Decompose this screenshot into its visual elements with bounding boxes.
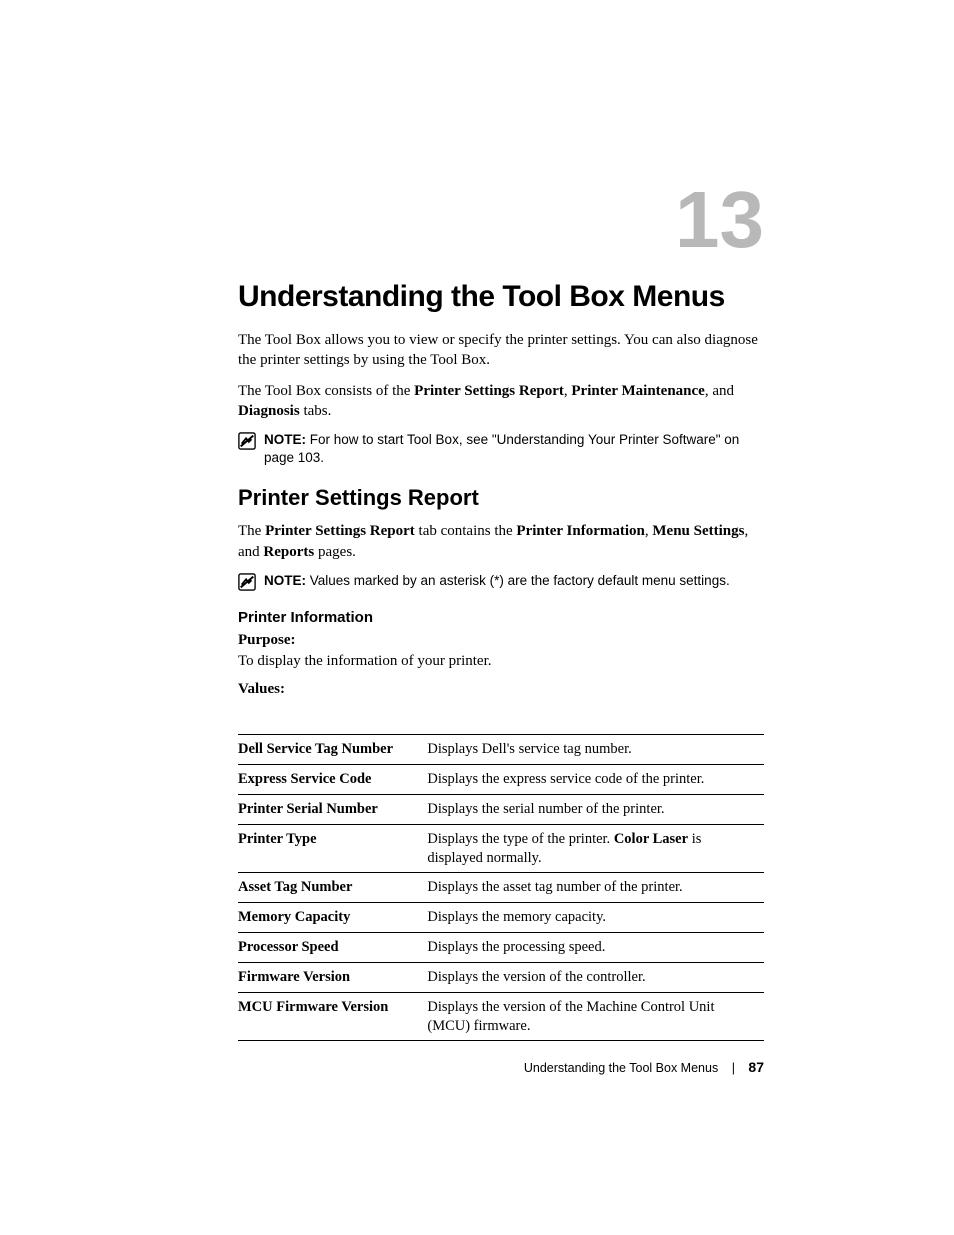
table-value: Displays the asset tag number of the pri… <box>427 873 764 903</box>
text: tabs. <box>300 403 332 419</box>
text: The Tool Box consists of the <box>238 383 414 399</box>
table-row: Dell Service Tag NumberDisplays Dell's s… <box>238 735 764 765</box>
bold-text: Printer Settings Report <box>265 523 415 539</box>
subsection-heading: Printer Information <box>238 609 764 626</box>
values-table: Dell Service Tag NumberDisplays Dell's s… <box>238 734 764 1041</box>
intro-paragraph-1: The Tool Box allows you to view or speci… <box>238 330 764 371</box>
table-key: Firmware Version <box>238 962 427 992</box>
note-lead: NOTE: <box>264 573 306 588</box>
table-value: Displays the express service code of the… <box>427 765 764 795</box>
note-body: For how to start Tool Box, see "Understa… <box>264 432 739 465</box>
bold-text: Menu Settings <box>652 523 744 539</box>
bold-text: Diagnosis <box>238 403 300 419</box>
section-paragraph: The Printer Settings Report tab contains… <box>238 521 764 562</box>
note-block: NOTE: For how to start Tool Box, see "Un… <box>238 431 764 467</box>
table-row: Express Service CodeDisplays the express… <box>238 765 764 795</box>
purpose-label: Purpose: <box>238 632 764 649</box>
purpose-text: To display the information of your print… <box>238 651 764 671</box>
note-icon <box>238 432 256 450</box>
chapter-number: 13 <box>238 180 764 260</box>
table-row: Firmware VersionDisplays the version of … <box>238 962 764 992</box>
table-key: Printer Type <box>238 824 427 873</box>
table-row: Printer Serial NumberDisplays the serial… <box>238 794 764 824</box>
chapter-title: Understanding the Tool Box Menus <box>238 280 764 314</box>
table-row: Processor SpeedDisplays the processing s… <box>238 933 764 963</box>
text: The <box>238 523 265 539</box>
table-row: Memory CapacityDisplays the memory capac… <box>238 903 764 933</box>
note-body: Values marked by an asterisk (*) are the… <box>306 573 730 588</box>
note-icon <box>238 573 256 591</box>
table-key: Memory Capacity <box>238 903 427 933</box>
section-heading: Printer Settings Report <box>238 485 764 511</box>
bold-text: Printer Information <box>516 523 644 539</box>
table-value: Displays the version of the controller. <box>427 962 764 992</box>
note-lead: NOTE: <box>264 432 306 447</box>
note-block: NOTE: Values marked by an asterisk (*) a… <box>238 572 764 591</box>
bold-text: Printer Maintenance <box>571 383 704 399</box>
bold-text: Printer Settings Report <box>414 383 564 399</box>
page-footer: Understanding the Tool Box Menus | 87 <box>238 1059 764 1075</box>
table-value: Displays the serial number of the printe… <box>427 794 764 824</box>
table-value: Displays the type of the printer. Color … <box>427 824 764 873</box>
footer-separator: | <box>732 1061 735 1075</box>
table-key: Dell Service Tag Number <box>238 735 427 765</box>
footer-title: Understanding the Tool Box Menus <box>524 1061 718 1075</box>
note-text: NOTE: For how to start Tool Box, see "Un… <box>264 431 764 467</box>
table-value: Displays the version of the Machine Cont… <box>427 992 764 1041</box>
table-value: Displays the memory capacity. <box>427 903 764 933</box>
note-text: NOTE: Values marked by an asterisk (*) a… <box>264 572 730 590</box>
table-key: Express Service Code <box>238 765 427 795</box>
table-key: Asset Tag Number <box>238 873 427 903</box>
table-value: Displays Dell's service tag number. <box>427 735 764 765</box>
page-number: 87 <box>748 1059 764 1075</box>
text: pages. <box>314 544 356 560</box>
text: tab contains the <box>415 523 517 539</box>
table-row: Printer TypeDisplays the type of the pri… <box>238 824 764 873</box>
intro-paragraph-2: The Tool Box consists of the Printer Set… <box>238 381 764 422</box>
bold-text: Reports <box>263 544 314 560</box>
text: , and <box>705 383 734 399</box>
table-value: Displays the processing speed. <box>427 933 764 963</box>
table-key: Processor Speed <box>238 933 427 963</box>
table-key: MCU Firmware Version <box>238 992 427 1041</box>
table-row: Asset Tag NumberDisplays the asset tag n… <box>238 873 764 903</box>
values-label: Values: <box>238 681 764 698</box>
table-row: MCU Firmware VersionDisplays the version… <box>238 992 764 1041</box>
table-key: Printer Serial Number <box>238 794 427 824</box>
